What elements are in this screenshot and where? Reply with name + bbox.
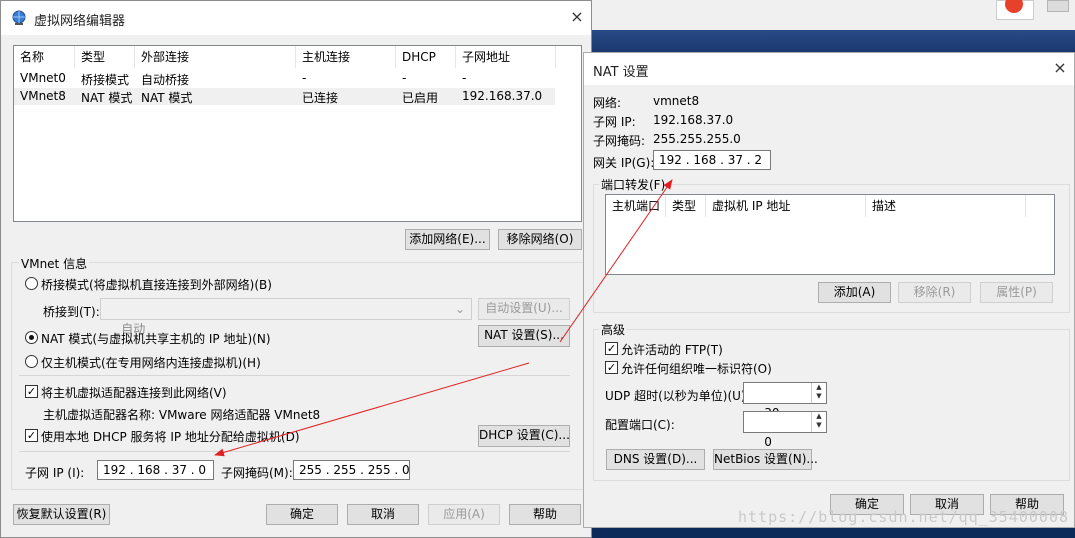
annotation-arrows: [214, 179, 673, 457]
arrow-to-subnet-ip: [214, 362, 530, 457]
arrow-to-gateway: [559, 179, 673, 343]
watermark-text: https://blog.csdn.net/qq_35400008: [738, 508, 1070, 526]
